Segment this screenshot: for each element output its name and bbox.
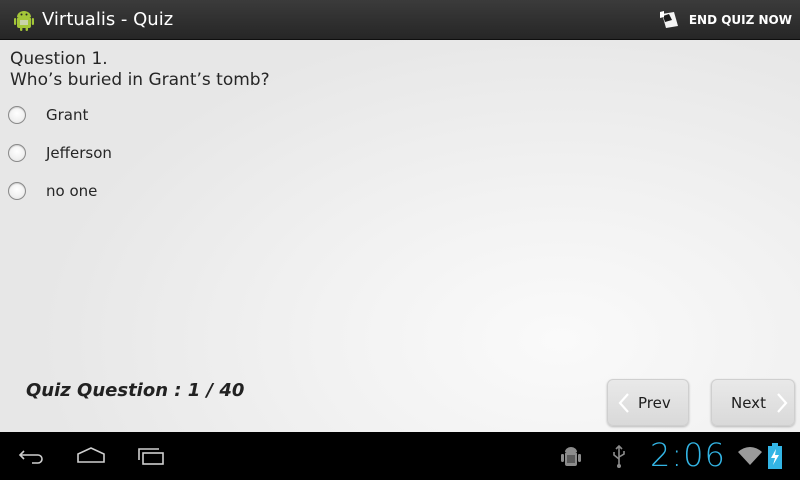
usb-icon <box>613 445 625 468</box>
app-title: Virtualis - Quiz <box>42 9 174 30</box>
answer-label: no one <box>46 182 98 200</box>
clock: 2:06 <box>650 436 726 474</box>
question-number: Question 1. <box>10 49 108 69</box>
chevron-right-icon <box>777 392 788 413</box>
question-text: Who’s buried in Grant’s tomb? <box>10 70 270 90</box>
debug-icon <box>561 447 581 466</box>
next-button[interactable]: Next <box>711 379 795 426</box>
answer-option-grant[interactable]: Grant <box>6 101 88 129</box>
end-quiz-label: END QUIZ NOW <box>688 13 792 27</box>
end-quiz-icon <box>659 11 678 28</box>
action-bar: Virtualis - Quiz END QUIZ NOW <box>0 0 800 40</box>
quiz-progress-counter: Quiz Question : 1 / 40 <box>26 380 245 401</box>
answer-option-no-one[interactable]: no one <box>6 177 97 205</box>
radio-button[interactable] <box>8 106 26 124</box>
end-quiz-button[interactable]: END QUIZ NOW <box>659 0 792 40</box>
quiz-content: Question 1. Who’s buried in Grant’s tomb… <box>0 40 800 432</box>
wifi-icon <box>738 447 762 465</box>
answer-option-jefferson[interactable]: Jefferson <box>6 139 112 167</box>
next-label: Next <box>731 393 766 412</box>
radio-button[interactable] <box>8 182 26 200</box>
home-icon[interactable] <box>76 444 106 468</box>
back-icon[interactable] <box>16 444 46 468</box>
recents-icon[interactable] <box>137 444 167 468</box>
answer-label: Jefferson <box>46 144 112 162</box>
chevron-left-icon <box>618 392 629 413</box>
prev-label: Prev <box>638 393 671 412</box>
answer-label: Grant <box>46 106 89 124</box>
prev-button[interactable]: Prev <box>607 379 689 426</box>
radio-button[interactable] <box>8 144 26 162</box>
battery-charging-icon <box>768 443 782 469</box>
android-icon[interactable] <box>12 8 36 32</box>
system-navigation-bar: 2:06 <box>0 432 800 480</box>
